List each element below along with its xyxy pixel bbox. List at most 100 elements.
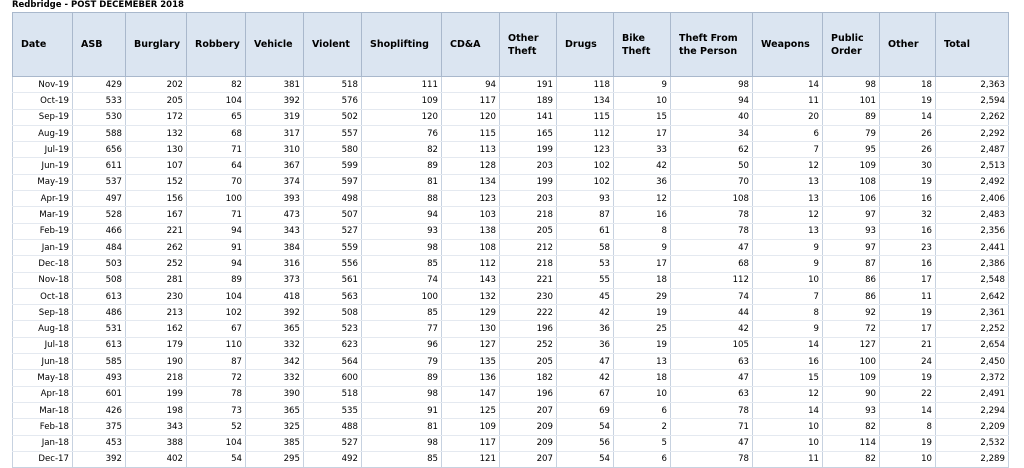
table-cell: 9 xyxy=(613,239,671,257)
table-cell: 207 xyxy=(499,402,557,420)
table-cell: 221 xyxy=(125,223,187,240)
table-cell: 2,294 xyxy=(935,402,1009,420)
table-cell: 2,594 xyxy=(935,92,1009,110)
table-row: Nov-18 508 281 89 373 561 74 143 221 55 18 112 10 86 1… xyxy=(12,272,1009,289)
table-cell: 9 xyxy=(613,76,671,94)
table-cell: 71 xyxy=(186,141,246,159)
table-cell: 12 xyxy=(752,157,823,175)
table-cell: 132 xyxy=(441,288,500,306)
table-cell: 6 xyxy=(613,451,671,468)
table-cell: 82 xyxy=(822,418,880,436)
table-cell: 92 xyxy=(822,304,880,322)
table-cell: 2,491 xyxy=(935,386,1009,403)
table-cell: 10 xyxy=(752,435,823,452)
table-cell: 13 xyxy=(752,223,823,240)
table-cell: 466 xyxy=(72,223,126,240)
table-cell: 385 xyxy=(245,435,304,452)
table-cell: 310 xyxy=(245,141,304,159)
table-row: May-19 537 152 70 374 597 81 134 199 102 36 70 13 108… xyxy=(12,174,1009,192)
table-cell: 86 xyxy=(822,272,880,289)
table-cell: 26 xyxy=(879,141,936,159)
table-cell: 23 xyxy=(879,239,936,257)
table-cell: 109 xyxy=(822,369,880,387)
column-header: Total xyxy=(935,12,1009,77)
table-cell: 18 xyxy=(613,369,671,387)
date-cell: Oct-18 xyxy=(12,288,73,306)
table-cell: 56 xyxy=(556,435,614,452)
table-cell: 222 xyxy=(499,304,557,322)
table-cell: 2,262 xyxy=(935,109,1009,126)
date-cell: Oct-19 xyxy=(12,92,73,110)
table-cell: 165 xyxy=(499,125,557,143)
table-cell: 52 xyxy=(186,418,246,436)
table-cell: 121 xyxy=(441,451,500,468)
table-cell: 103 xyxy=(441,206,500,224)
table-cell: 13 xyxy=(613,353,671,371)
table-cell: 76 xyxy=(361,125,442,143)
table-cell: 167 xyxy=(125,206,187,224)
table-cell: 162 xyxy=(125,320,187,338)
table-cell: 98 xyxy=(361,386,442,403)
table-cell: 537 xyxy=(72,174,126,192)
table-cell: 136 xyxy=(441,369,500,387)
table-cell: 191 xyxy=(499,76,557,94)
table-body: Nov-19 429 202 82 381 518 111 94 191 118 9 98 14 98 18… xyxy=(12,76,1009,468)
table-cell: 190 xyxy=(125,353,187,371)
table-row: Jun-18 585 190 87 342 564 79 135 205 47 13 63 16 100 2… xyxy=(12,353,1009,371)
table-cell: 90 xyxy=(822,386,880,403)
table-cell: 87 xyxy=(556,206,614,224)
table-cell: 106 xyxy=(822,190,880,208)
table-cell: 36 xyxy=(613,174,671,192)
table-cell: 599 xyxy=(303,157,362,175)
table-cell: 68 xyxy=(186,125,246,143)
table-cell: 14 xyxy=(752,402,823,420)
column-header: ASB xyxy=(72,12,126,77)
table-row: Jul-18 613 179 110 332 623 96 127 252 36 19 105 14 12… xyxy=(12,337,1009,355)
table-cell: 117 xyxy=(441,92,500,110)
table-cell: 429 xyxy=(72,76,126,94)
column-header: Burglary xyxy=(125,12,187,77)
table-cell: 36 xyxy=(556,320,614,338)
table-cell: 141 xyxy=(499,109,557,126)
table-cell: 209 xyxy=(499,435,557,452)
table-cell: 611 xyxy=(72,157,126,175)
table-cell: 17 xyxy=(879,320,936,338)
table-cell: 530 xyxy=(72,109,126,126)
table-cell: 533 xyxy=(72,92,126,110)
table-cell: 98 xyxy=(670,76,753,94)
table-cell: 12 xyxy=(752,206,823,224)
table-cell: 15 xyxy=(613,109,671,126)
table-cell: 78 xyxy=(670,223,753,240)
table-cell: 96 xyxy=(361,337,442,355)
table-cell: 2,372 xyxy=(935,369,1009,387)
table-row: Nov-19 429 202 82 381 518 111 94 191 118 9 98 14 98 18… xyxy=(12,76,1009,94)
table-cell: 343 xyxy=(125,418,187,436)
table-cell: 53 xyxy=(556,255,614,273)
table-cell: 114 xyxy=(822,435,880,452)
table-cell: 54 xyxy=(556,451,614,468)
table-cell: 8 xyxy=(613,223,671,240)
table-cell: 93 xyxy=(822,402,880,420)
table-cell: 205 xyxy=(499,353,557,371)
table-cell: 2,406 xyxy=(935,190,1009,208)
table-cell: 2,356 xyxy=(935,223,1009,240)
table-cell: 19 xyxy=(879,92,936,110)
table-cell: 343 xyxy=(245,223,304,240)
table-cell: 221 xyxy=(499,272,557,289)
table-cell: 656 xyxy=(72,141,126,159)
table-cell: 527 xyxy=(303,435,362,452)
table-cell: 138 xyxy=(441,223,500,240)
table-row: Dec-17 392 402 54 295 492 85 121 207 54 6 78 11 82 10 2… xyxy=(12,451,1009,468)
date-cell: Apr-18 xyxy=(12,386,73,403)
table-cell: 12 xyxy=(613,190,671,208)
table-cell: 94 xyxy=(186,223,246,240)
table-cell: 69 xyxy=(556,402,614,420)
table-cell: 10 xyxy=(613,92,671,110)
table-cell: 19 xyxy=(879,435,936,452)
table-cell: 12 xyxy=(752,386,823,403)
table-cell: 147 xyxy=(441,386,500,403)
table-row: Mar-18 426 198 73 365 535 91 125 207 69 6 78 14 93 14 2… xyxy=(12,402,1009,420)
table-cell: 34 xyxy=(670,125,753,143)
table-cell: 47 xyxy=(670,369,753,387)
table-cell: 67 xyxy=(556,386,614,403)
